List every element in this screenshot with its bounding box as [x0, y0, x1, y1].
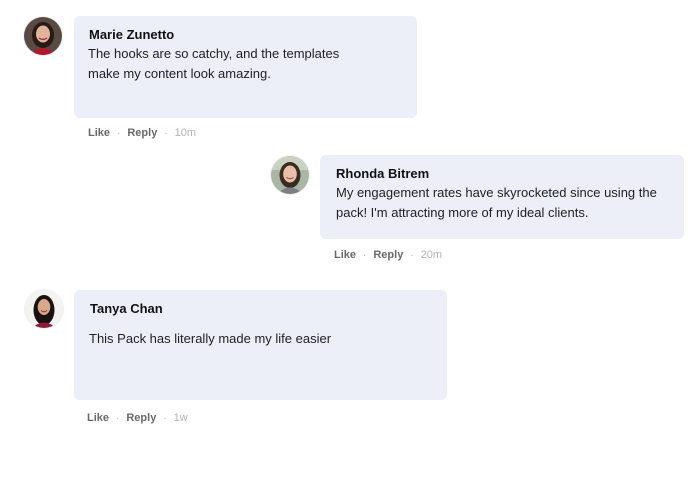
avatar[interactable]: [25, 290, 63, 328]
like-button[interactable]: Like: [88, 127, 110, 139]
comment-actions: Like · Reply · 1w: [87, 412, 188, 424]
comment-thread: Marie Zunetto The hooks are so catchy, a…: [0, 0, 700, 500]
separator-dot: ·: [363, 249, 367, 261]
comment-text: This Pack has literally made my life eas…: [89, 331, 332, 346]
reply-button[interactable]: Reply: [126, 412, 156, 424]
comment-author[interactable]: Tanya Chan: [90, 301, 163, 316]
reply-button[interactable]: Reply: [373, 249, 403, 261]
separator-dot: ·: [163, 412, 167, 424]
comment-text: My engagement rates have skyrocketed sin…: [336, 185, 657, 220]
comment-text: The hooks are so catchy, and the templat…: [88, 46, 340, 81]
reply-button[interactable]: Reply: [127, 127, 157, 139]
comment-timestamp: 1w: [173, 412, 188, 424]
separator-dot: ·: [116, 412, 120, 424]
separator-dot: ·: [117, 127, 121, 139]
avatar-photo-icon: [24, 17, 62, 55]
avatar[interactable]: [24, 17, 62, 55]
comment-timestamp: 10m: [174, 127, 197, 139]
separator-dot: ·: [164, 127, 168, 139]
comment-actions: Like · Reply · 20m: [334, 249, 442, 261]
comment-timestamp: 20m: [420, 249, 443, 261]
comment-author[interactable]: Marie Zunetto: [89, 27, 174, 42]
like-button[interactable]: Like: [87, 412, 109, 424]
separator-dot: ·: [410, 249, 414, 261]
avatar[interactable]: [271, 156, 309, 194]
avatar-photo-icon: [25, 290, 63, 328]
comment-actions: Like · Reply · 10m: [88, 127, 196, 139]
like-button[interactable]: Like: [334, 249, 356, 261]
comment-author[interactable]: Rhonda Bitrem: [336, 166, 429, 181]
avatar-photo-icon: [271, 156, 309, 194]
